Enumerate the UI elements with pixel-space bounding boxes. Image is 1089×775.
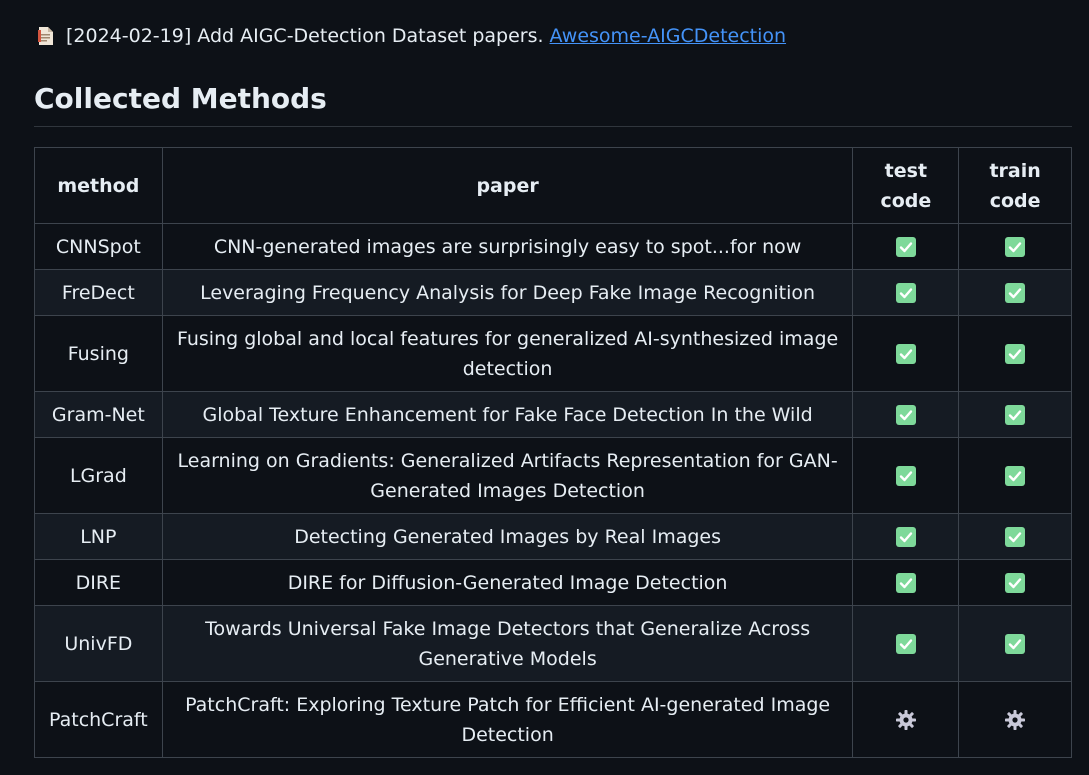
paper-cell: Detecting Generated Images by Real Image… — [161, 513, 854, 560]
method-cell: UnivFD — [34, 605, 163, 682]
method-cell: Gram-Net — [34, 391, 163, 438]
header-method: method — [34, 147, 163, 224]
methods-table: method paper test code train code CNNSpot … — [34, 147, 1072, 758]
paper-cell: Towards Universal Fake Image Detectors t… — [161, 605, 854, 682]
method-cell: CNNSpot — [34, 223, 163, 270]
header-test-code: test code — [852, 147, 960, 224]
train-code-cell — [958, 315, 1072, 392]
news-text: [2024-02-19] Add AIGC-Detection Dataset … — [66, 25, 544, 47]
methods-table-body: CNNSpot CNN-generated images are surpris… — [34, 223, 1072, 758]
table-row: LNP Detecting Generated Images by Real I… — [34, 513, 1072, 560]
check-icon — [895, 344, 916, 364]
train-code-cell — [958, 391, 1072, 438]
method-cell: PatchCraft — [34, 681, 163, 758]
table-row: UnivFD Towards Universal Fake Image Dete… — [34, 605, 1072, 682]
table-row: CNNSpot CNN-generated images are surpris… — [34, 223, 1072, 270]
check-icon — [1005, 634, 1026, 654]
check-icon — [1005, 527, 1026, 547]
paper-cell: Leveraging Frequency Analysis for Deep F… — [161, 269, 854, 316]
check-icon — [895, 466, 916, 486]
header-paper: paper — [161, 147, 854, 224]
test-code-cell — [852, 223, 960, 270]
heading-divider — [34, 126, 1072, 127]
gear-icon — [1004, 709, 1026, 731]
test-code-cell — [852, 269, 960, 316]
method-cell: DIRE — [34, 559, 163, 606]
check-icon — [895, 527, 916, 547]
check-icon — [1005, 405, 1026, 425]
gear-icon — [895, 709, 917, 731]
check-icon — [1005, 466, 1026, 486]
table-row: Fusing Fusing global and local features … — [34, 315, 1072, 392]
table-row: PatchCraft PatchCraft: Exploring Texture… — [34, 681, 1072, 758]
paper-cell: CNN-generated images are surprisingly ea… — [161, 223, 854, 270]
train-code-cell — [958, 223, 1072, 270]
check-icon — [895, 237, 916, 257]
test-code-cell — [852, 437, 960, 514]
paper-cell: PatchCraft: Exploring Texture Patch for … — [161, 681, 854, 758]
test-code-cell — [852, 391, 960, 438]
table-row: FreDect Leveraging Frequency Analysis fo… — [34, 269, 1072, 316]
train-code-cell — [958, 681, 1072, 758]
news-line: [2024-02-19] Add AIGC-Detection Dataset … — [38, 22, 786, 50]
check-icon — [1005, 344, 1026, 364]
train-code-cell — [958, 559, 1072, 606]
paper-cell: DIRE for Diffusion-Generated Image Detec… — [161, 559, 854, 606]
paper-cell: Learning on Gradients: Generalized Artif… — [161, 437, 854, 514]
test-code-cell — [852, 559, 960, 606]
check-icon — [1005, 237, 1026, 257]
document-icon — [38, 27, 53, 45]
check-icon — [895, 283, 916, 303]
header-train-code: train code — [958, 147, 1072, 224]
table-row: LGrad Learning on Gradients: Generalized… — [34, 437, 1072, 514]
awesome-aigcdetection-link[interactable]: Awesome-AIGCDetection — [550, 25, 787, 47]
train-code-cell — [958, 513, 1072, 560]
method-cell: Fusing — [34, 315, 163, 392]
train-code-cell — [958, 605, 1072, 682]
table-row: DIRE DIRE for Diffusion-Generated Image … — [34, 559, 1072, 606]
check-icon — [1005, 573, 1026, 593]
check-icon — [895, 634, 916, 654]
paper-cell: Fusing global and local features for gen… — [161, 315, 854, 392]
method-cell: LNP — [34, 513, 163, 560]
check-icon — [1005, 283, 1026, 303]
test-code-cell — [852, 513, 960, 560]
paper-cell: Global Texture Enhancement for Fake Face… — [161, 391, 854, 438]
check-icon — [895, 405, 916, 425]
method-cell: FreDect — [34, 269, 163, 316]
check-icon — [895, 573, 916, 593]
section-title: Collected Methods — [34, 82, 327, 115]
train-code-cell — [958, 437, 1072, 514]
method-cell: LGrad — [34, 437, 163, 514]
test-code-cell — [852, 681, 960, 758]
test-code-cell — [852, 605, 960, 682]
train-code-cell — [958, 269, 1072, 316]
table-row: Gram-Net Global Texture Enhancement for … — [34, 391, 1072, 438]
test-code-cell — [852, 315, 960, 392]
table-header-row: method paper test code train code — [34, 147, 1072, 224]
